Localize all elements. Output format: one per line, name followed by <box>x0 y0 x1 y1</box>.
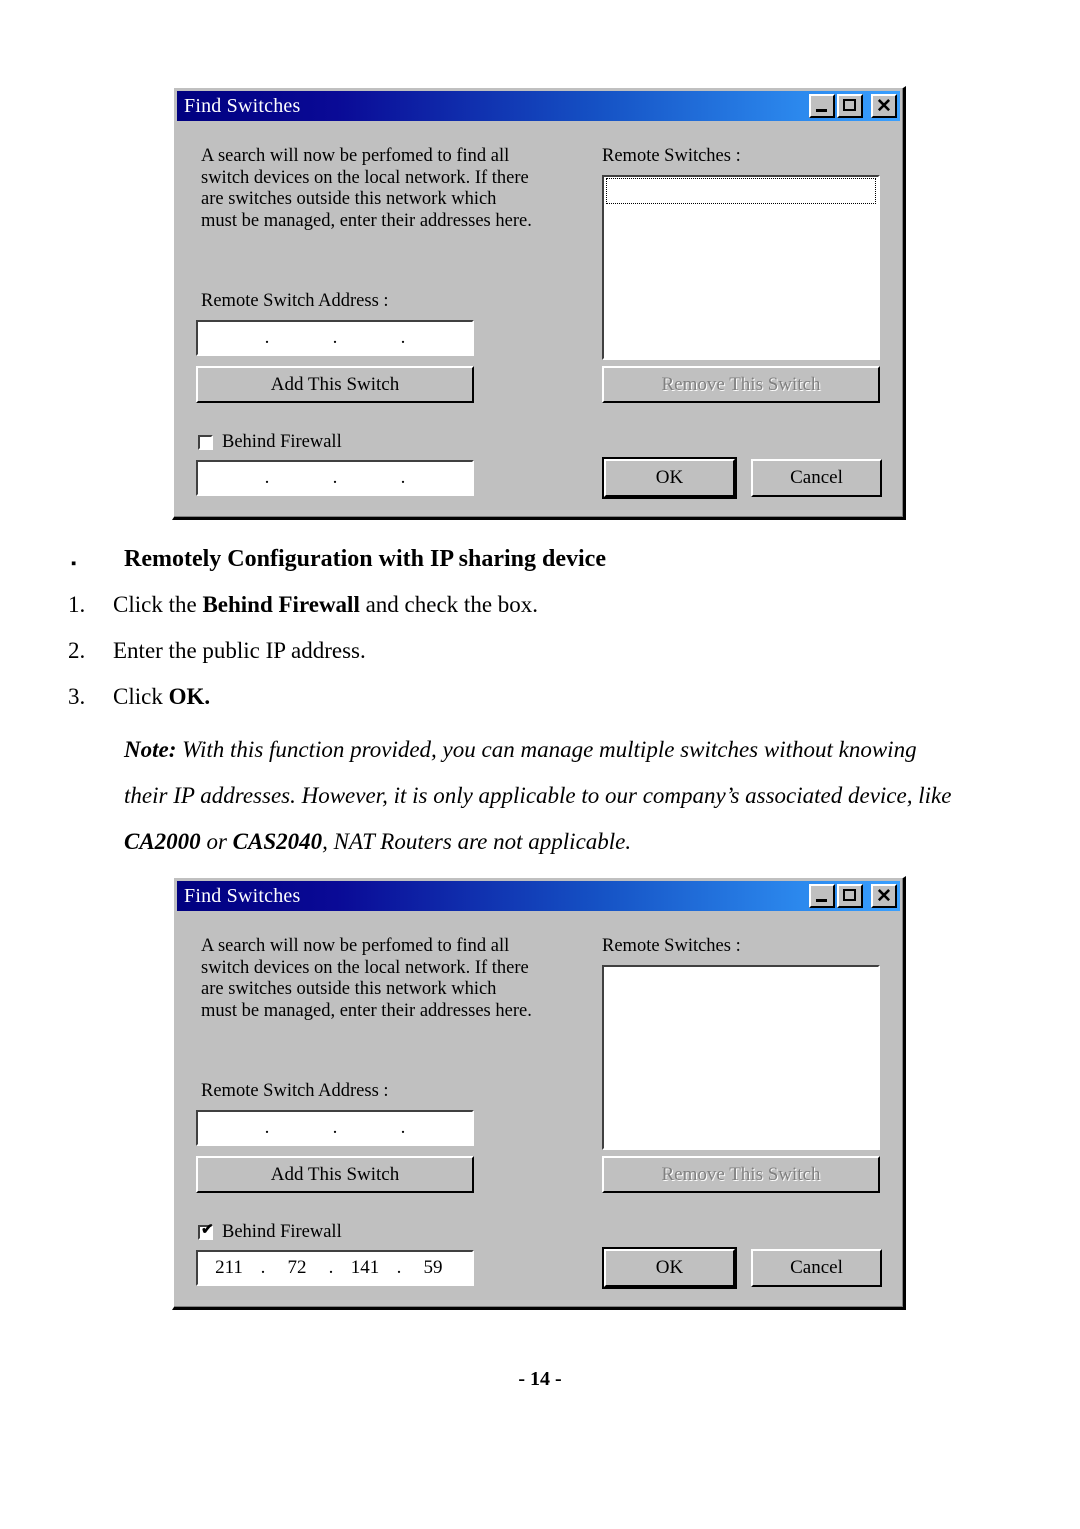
behind-firewall-checkbox-row[interactable]: ✔ Behind Firewall <box>198 1222 342 1243</box>
window-controls[interactable]: ✕ <box>809 884 900 908</box>
firewall-address-input[interactable]: . . . <box>196 460 474 496</box>
step-1-pre: Click the <box>113 592 203 617</box>
note-label: Note: <box>124 737 177 762</box>
minimize-button[interactable] <box>809 884 835 908</box>
find-switches-dialog-2[interactable]: Find Switches ✕ A search will now be per… <box>172 876 906 1310</box>
remote-switch-address-input[interactable]: . . . <box>196 1110 474 1146</box>
dialog-description: A search will now be perfomed to find al… <box>201 146 532 231</box>
find-switches-dialog-1[interactable]: Find Switches ✕ A search will now be per… <box>172 86 906 520</box>
behind-firewall-checkbox[interactable]: ✔ <box>198 1221 214 1240</box>
window-controls[interactable]: ✕ <box>809 94 900 118</box>
cancel-button[interactable]: Cancel <box>751 459 882 497</box>
close-button[interactable]: ✕ <box>871 94 897 118</box>
ip-separator: . <box>396 1257 402 1278</box>
remote-switches-label: Remote Switches : <box>602 936 741 956</box>
remote-switch-address-label: Remote Switch Address : <box>201 291 389 311</box>
behind-firewall-label: Behind Firewall <box>222 1222 342 1242</box>
ip-separator: . <box>264 1117 270 1138</box>
page-number: - 14 - <box>518 1368 562 1390</box>
dialog-titlebar[interactable]: Find Switches ✕ <box>177 91 900 121</box>
step-number-1: 1. <box>68 592 86 617</box>
ip-separator: . <box>400 327 406 348</box>
ok-button[interactable]: OK <box>602 1247 737 1289</box>
minimize-button[interactable] <box>809 94 835 118</box>
step-3-bold: OK. <box>168 684 211 709</box>
firewall-octet-4[interactable]: 59 <box>412 1257 454 1279</box>
close-icon: ✕ <box>876 95 892 117</box>
remove-this-switch-button[interactable]: Remove This Switch <box>602 366 880 403</box>
step-text-2: Enter the public IP address. <box>113 638 366 664</box>
remote-switch-address-label: Remote Switch Address : <box>201 1081 389 1101</box>
dialog-title: Find Switches <box>184 94 301 117</box>
minimize-icon <box>816 899 827 902</box>
ip-separator: . <box>328 1257 334 1278</box>
firewall-octet-2[interactable]: 72 <box>276 1257 318 1279</box>
note-part1: With this function provided, you can man… <box>124 737 952 808</box>
behind-firewall-label: Behind Firewall <box>222 432 342 452</box>
maximize-icon <box>843 99 856 111</box>
section-bullet-icon: ▪ <box>71 555 77 572</box>
address-octet-row: . . . <box>198 1112 472 1144</box>
maximize-button[interactable] <box>837 94 863 118</box>
ip-separator: . <box>332 467 338 488</box>
remote-switches-label: Remote Switches : <box>602 146 741 166</box>
firewall-octet-row: 211 . 72 . 141 . 59 <box>198 1252 472 1284</box>
checkmark-icon: ✔ <box>201 1221 214 1238</box>
remove-this-switch-button[interactable]: Remove This Switch <box>602 1156 880 1193</box>
firewall-octet-row: . . . <box>198 462 472 494</box>
step-number-2: 2. <box>68 638 86 663</box>
ip-separator: . <box>332 327 338 348</box>
minimize-icon <box>816 109 827 112</box>
ip-separator: . <box>400 1117 406 1138</box>
section-heading: Remotely Configuration with IP sharing d… <box>124 546 606 572</box>
ip-separator: . <box>400 467 406 488</box>
behind-firewall-checkbox-row[interactable]: Behind Firewall <box>198 432 342 453</box>
firewall-octet-3[interactable]: 141 <box>344 1257 386 1279</box>
step-1-bold: Behind Firewall <box>202 592 360 617</box>
ip-separator: . <box>260 1257 266 1278</box>
step-1-post: and check the box. <box>359 592 539 617</box>
ok-button[interactable]: OK <box>602 457 737 499</box>
note-mid: or <box>200 829 233 854</box>
step-number-3: 3. <box>68 684 86 709</box>
dialog-description: A search will now be perfomed to find al… <box>201 936 532 1021</box>
step-3-pre: Click <box>113 684 169 709</box>
note-device-1: CA2000 <box>124 829 201 854</box>
note-device-2: CAS2040 <box>232 829 323 854</box>
close-icon: ✕ <box>876 885 892 907</box>
note-paragraph: Note: With this function provided, you c… <box>124 727 954 865</box>
maximize-button[interactable] <box>837 884 863 908</box>
firewall-address-input[interactable]: 211 . 72 . 141 . 59 <box>196 1250 474 1286</box>
add-this-switch-button[interactable]: Add This Switch <box>196 366 474 403</box>
step-2-pre: Enter the public IP address. <box>113 638 366 663</box>
ip-separator: . <box>264 327 270 348</box>
dialog-title: Find Switches <box>184 884 301 907</box>
dialog-titlebar[interactable]: Find Switches ✕ <box>177 881 900 911</box>
remote-switches-listbox[interactable] <box>602 965 880 1150</box>
behind-firewall-checkbox[interactable] <box>198 435 213 450</box>
remote-switch-address-input[interactable]: . . . <box>196 320 474 356</box>
step-text-1: Click the Behind Firewall and check the … <box>113 592 538 618</box>
close-button[interactable]: ✕ <box>871 884 897 908</box>
maximize-icon <box>843 889 856 901</box>
ip-separator: . <box>332 1117 338 1138</box>
listbox-focus-rect <box>606 178 876 204</box>
firewall-octet-1[interactable]: 211 <box>208 1257 250 1279</box>
remote-switches-listbox[interactable] <box>602 175 880 360</box>
cancel-button[interactable]: Cancel <box>751 1249 882 1287</box>
add-this-switch-button[interactable]: Add This Switch <box>196 1156 474 1193</box>
note-part2: , NAT Routers are not applicable. <box>322 829 632 854</box>
step-text-3: Click OK. <box>113 684 210 710</box>
address-octet-row: . . . <box>198 322 472 354</box>
ip-separator: . <box>264 467 270 488</box>
